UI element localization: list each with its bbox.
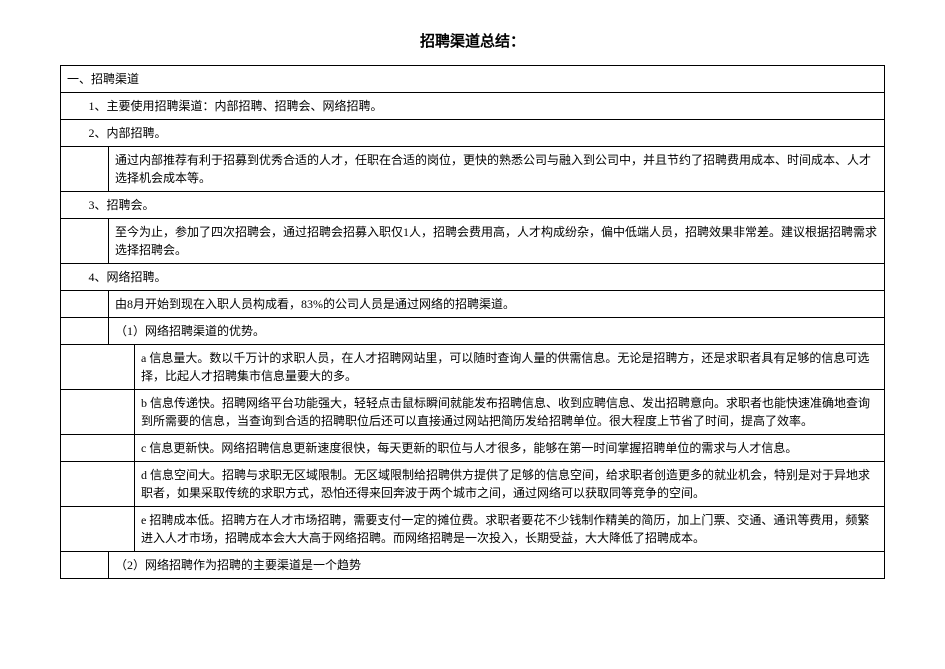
cell: 4、网络招聘。: [83, 264, 885, 291]
cell: 至今为止，参加了四次招聘会，通过招聘会招募入职仅1人，招聘会费用高，人才构成纷杂…: [109, 219, 885, 264]
table-row: 一、招聘渠道: [61, 66, 885, 93]
table-row: b 信息传递快。招聘网络平台功能强大，轻轻点击鼠标瞬间就能发布招聘信息、收到应聘…: [61, 390, 885, 435]
table-row: c 信息更新快。网络招聘信息更新速度很快，每天更新的职位与人才很多，能够在第一时…: [61, 435, 885, 462]
cell: a 信息量大。数以千万计的求职人员，在人才招聘网站里，可以随时查询人量的供需信息…: [135, 345, 885, 390]
cell: （2）网络招聘作为招聘的主要渠道是一个趋势: [109, 552, 885, 579]
table-row: e 招聘成本低。招聘方在人才市场招聘，需要支付一定的摊位费。求职者要花不少钱制作…: [61, 507, 885, 552]
table-row: 至今为止，参加了四次招聘会，通过招聘会招募入职仅1人，招聘会费用高，人才构成纷杂…: [61, 219, 885, 264]
table-row: a 信息量大。数以千万计的求职人员，在人才招聘网站里，可以随时查询人量的供需信息…: [61, 345, 885, 390]
cell: 3、招聘会。: [83, 192, 885, 219]
table-row: d 信息空间大。招聘与求职无区域限制。无区域限制给招聘供方提供了足够的信息空间，…: [61, 462, 885, 507]
cell: （1）网络招聘渠道的优势。: [109, 318, 885, 345]
table-row: 通过内部推荐有利于招募到优秀合适的人才，任职在合适的岗位，更快的熟悉公司与融入到…: [61, 147, 885, 192]
table-row: 3、招聘会。: [61, 192, 885, 219]
cell: 通过内部推荐有利于招募到优秀合适的人才，任职在合适的岗位，更快的熟悉公司与融入到…: [109, 147, 885, 192]
section-heading: 一、招聘渠道: [61, 66, 885, 93]
cell: b 信息传递快。招聘网络平台功能强大，轻轻点击鼠标瞬间就能发布招聘信息、收到应聘…: [135, 390, 885, 435]
cell: 1、主要使用招聘渠道：内部招聘、招聘会、网络招聘。: [83, 93, 885, 120]
cell: 由8月开始到现在入职人员构成看，83%的公司人员是通过网络的招聘渠道。: [109, 291, 885, 318]
table-row: 4、网络招聘。: [61, 264, 885, 291]
cell: d 信息空间大。招聘与求职无区域限制。无区域限制给招聘供方提供了足够的信息空间，…: [135, 462, 885, 507]
cell: 2、内部招聘。: [83, 120, 885, 147]
cell: c 信息更新快。网络招聘信息更新速度很快，每天更新的职位与人才很多，能够在第一时…: [135, 435, 885, 462]
table-row: （2）网络招聘作为招聘的主要渠道是一个趋势: [61, 552, 885, 579]
cell: e 招聘成本低。招聘方在人才市场招聘，需要支付一定的摊位费。求职者要花不少钱制作…: [135, 507, 885, 552]
table-row: 2、内部招聘。: [61, 120, 885, 147]
table-row: 1、主要使用招聘渠道：内部招聘、招聘会、网络招聘。: [61, 93, 885, 120]
table-row: 由8月开始到现在入职人员构成看，83%的公司人员是通过网络的招聘渠道。: [61, 291, 885, 318]
table-row: （1）网络招聘渠道的优势。: [61, 318, 885, 345]
page-title: 招聘渠道总结：: [60, 30, 885, 51]
content-table: 一、招聘渠道 1、主要使用招聘渠道：内部招聘、招聘会、网络招聘。 2、内部招聘。…: [60, 65, 885, 579]
